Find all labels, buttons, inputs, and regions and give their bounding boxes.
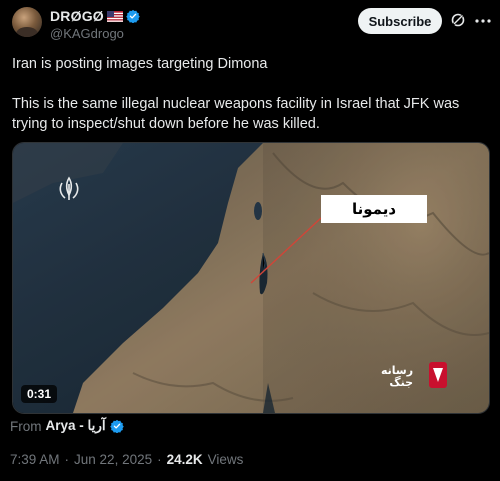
subscribe-button[interactable]: Subscribe [358,8,442,34]
satellite-map [13,143,489,413]
brand-line-2: جنگ [389,376,414,389]
author-handle[interactable]: @KAGdrogo [50,26,124,41]
post-text: Iran is posting images targeting Dimona … [12,54,492,134]
author-name-row: DRØGØ [50,8,140,24]
map-location-label: ديمونا [321,195,427,223]
iran-emblem-icon [59,176,79,200]
post-date[interactable]: Jun 22, 2025 [74,452,152,467]
meta-separator: · [157,452,162,467]
from-label: From [10,418,42,434]
video-media[interactable]: ديمونا رسانه جنگ 0:31 [12,142,490,414]
source-name-link[interactable]: Arya - آریا [46,418,106,434]
video-duration: 0:31 [21,385,58,403]
brand-logo-icon [429,362,447,388]
avatar[interactable] [12,7,42,37]
tweet-card: DRØGØ @KAGdrogo Subscribe Iran is postin… [2,2,498,479]
views-label: Views [207,452,244,467]
views-count: 24.2K [166,452,203,467]
source-attribution: From Arya - آریا [10,418,124,434]
brand-watermark-text: رسانه جنگ [381,365,413,389]
post-paragraph-1: Iran is posting images targeting Dimona [12,56,268,72]
display-name[interactable]: DRØGØ [50,8,104,24]
post-time[interactable]: 7:39 AM [10,452,60,467]
verified-badge-icon [109,419,124,433]
meta-separator: · [64,452,70,467]
post-meta: 7:39 AM · Jun 22, 2025 · 24.2K Views [10,452,243,467]
us-flag-icon [106,10,123,22]
grok-icon[interactable] [450,12,466,28]
verified-badge-icon [126,9,140,23]
post-paragraph-2: This is the same illegal nuclear weapons… [12,96,460,132]
more-options-icon[interactable] [474,12,492,30]
